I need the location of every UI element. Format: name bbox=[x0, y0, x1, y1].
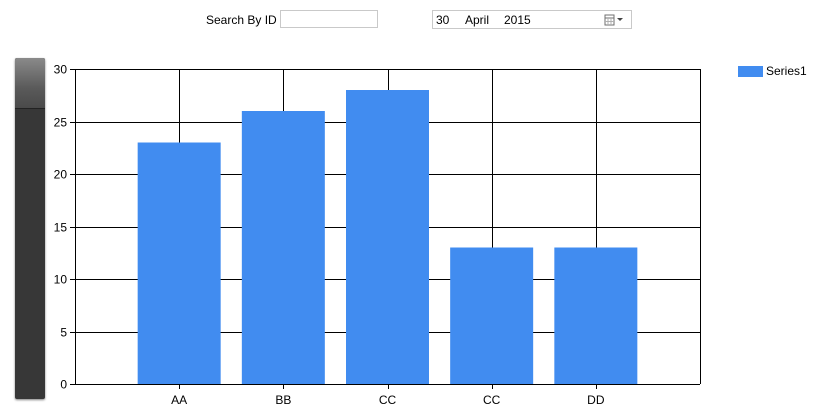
y-tick-label: 15 bbox=[54, 221, 68, 235]
bar bbox=[554, 247, 638, 384]
x-tick-label: CC bbox=[379, 393, 397, 407]
legend-label: Series1 bbox=[766, 64, 807, 78]
x-tick-label: CC bbox=[483, 393, 501, 407]
bar bbox=[346, 90, 429, 384]
chart-legend: Series1 bbox=[738, 64, 807, 78]
y-tick-label: 0 bbox=[60, 378, 67, 392]
x-tick-label: DD bbox=[587, 393, 605, 407]
legend-swatch bbox=[738, 65, 763, 77]
y-tick-label: 25 bbox=[54, 116, 68, 130]
y-tick-label: 20 bbox=[54, 168, 68, 182]
y-tick-label: 5 bbox=[60, 326, 67, 340]
bar bbox=[137, 142, 221, 384]
bar-chart: 0 5 10 15 20 25 30 AA BB CC CC DD bbox=[54, 63, 701, 407]
x-tick-label: BB bbox=[275, 393, 291, 407]
bar bbox=[450, 247, 534, 384]
y-tick-label: 30 bbox=[54, 63, 68, 77]
x-tick-label: AA bbox=[171, 393, 187, 407]
bar bbox=[241, 111, 325, 384]
y-tick-label: 10 bbox=[54, 273, 68, 287]
